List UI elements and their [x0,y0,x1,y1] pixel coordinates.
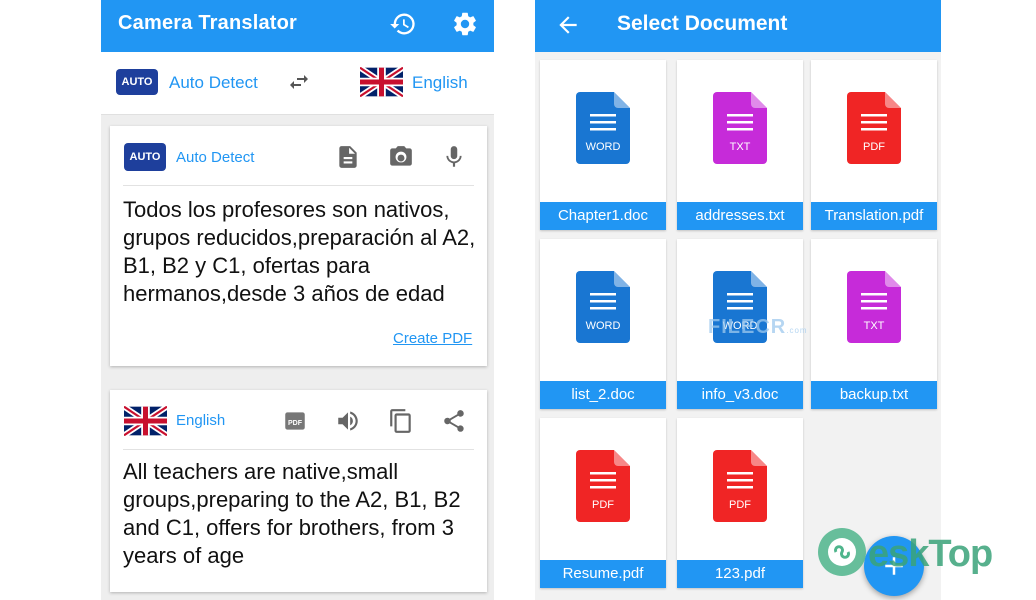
swap-icon[interactable] [287,70,311,94]
select-document-screen: Select Document WORD Chapter1.doc TXT addre… [535,0,941,600]
target-language-label[interactable]: English [412,73,468,93]
word-file-icon: WORD [576,92,630,164]
document-icon[interactable] [335,144,361,170]
card-divider [123,449,474,450]
file-type-label: PDF [592,499,614,511]
screen-title: Select Document [617,12,788,35]
file-tile[interactable]: WORD Chapter1.doc [540,60,666,230]
file-type-label: TXT [864,320,885,332]
pdf-file-icon: PDF [713,450,767,522]
pdf-icon[interactable]: PDF [282,408,308,434]
target-card-label: English [176,412,226,429]
file-name: addresses.txt [677,202,803,230]
source-card-badge: AUTO [124,143,166,171]
gear-icon[interactable] [451,10,479,38]
app-bar: Camera Translator [101,0,494,52]
card-divider [123,185,474,186]
word-file-icon: WORD [576,271,630,343]
pdf-file-icon: PDF [847,92,901,164]
source-text[interactable]: Todos los profesores son nativos, grupos… [123,196,483,308]
brand-logo-icon [818,528,866,576]
app-title: Camera Translator [118,12,298,34]
history-icon[interactable] [389,10,417,38]
pdf-file-icon: PDF [576,450,630,522]
file-name: Translation.pdf [811,202,937,230]
back-arrow-icon[interactable] [555,12,581,38]
file-type-label: WORD [586,141,621,153]
camera-icon[interactable] [388,144,414,170]
file-tile[interactable]: PDF Resume.pdf [540,418,666,588]
filecr-watermark-suffix: .com [786,326,808,335]
file-tile[interactable]: TXT addresses.txt [677,60,803,230]
file-name: info_v3.doc [677,381,803,409]
uk-flag-icon[interactable] [360,67,403,97]
txt-file-icon: TXT [713,92,767,164]
file-type-label: TXT [730,141,751,153]
file-name: Chapter1.doc [540,202,666,230]
mic-icon[interactable] [441,144,467,170]
app-bar: Select Document [535,0,941,52]
filecr-watermark-text: FILECR [708,316,787,338]
uk-flag-icon [124,406,167,436]
file-type-label: WORD [586,320,621,332]
txt-file-icon: TXT [847,271,901,343]
file-tile[interactable]: WORD list_2.doc [540,239,666,409]
brand-watermark: eskTop [868,533,993,575]
share-icon[interactable] [441,408,467,434]
source-language-badge[interactable]: AUTO [116,69,158,95]
file-type-label: PDF [863,141,885,153]
source-text-card: AUTO Auto Detect Todos los profesores so… [110,126,487,366]
copy-icon[interactable] [388,408,414,434]
filecr-watermark: FILECR.com [708,316,808,339]
file-tile[interactable]: PDF Translation.pdf [811,60,937,230]
file-tile[interactable]: PDF 123.pdf [677,418,803,588]
translated-text-card: English PDF All teachers are native,smal… [110,390,487,592]
file-name: backup.txt [811,381,937,409]
source-card-label: Auto Detect [176,149,255,166]
create-pdf-link[interactable]: Create PDF [393,330,472,347]
file-name: 123.pdf [677,560,803,588]
source-language-label[interactable]: Auto Detect [169,73,258,93]
file-name: Resume.pdf [540,560,666,588]
svg-text:PDF: PDF [288,420,303,427]
language-bar: AUTO Auto Detect English [101,52,494,115]
file-type-label: PDF [729,499,751,511]
file-tile[interactable]: TXT backup.txt [811,239,937,409]
speaker-icon[interactable] [335,408,361,434]
file-name: list_2.doc [540,381,666,409]
translator-screen: Camera Translator AUTO Auto Detect Engli… [101,0,494,600]
translated-text[interactable]: All teachers are native,small groups,pre… [123,458,483,570]
